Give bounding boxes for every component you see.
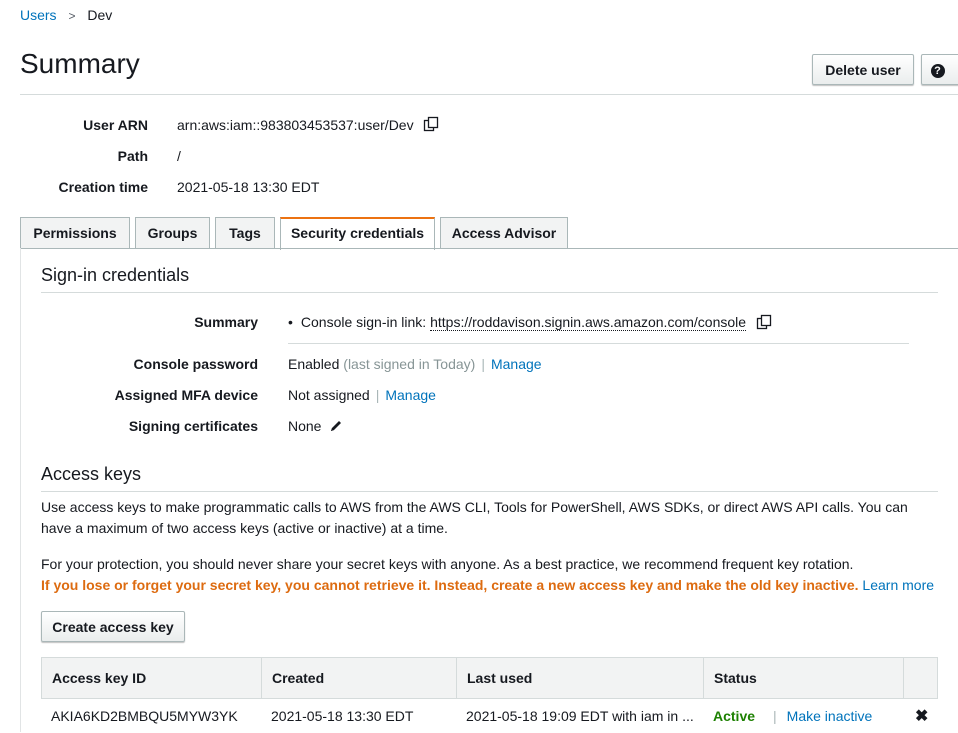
copy-icon[interactable] (423, 116, 439, 137)
separator: | (773, 708, 777, 724)
manage-mfa-link[interactable]: Manage (385, 387, 436, 403)
signin-summary-value: • Console sign-in link: https://roddaviso… (288, 314, 772, 333)
last-used-cell: 2021-05-18 19:09 EDT with iam in ... (466, 708, 694, 724)
help-button[interactable]: ? (921, 54, 958, 85)
user-arn-value: arn:aws:iam::983803453537:user/Dev (177, 115, 439, 137)
table-header: Access key ID Created Last used Status (41, 657, 938, 699)
created-cell: 2021-05-18 13:30 EDT (271, 708, 414, 724)
creation-time-label: Creation time (58, 179, 148, 195)
access-keys-title: Access keys (41, 464, 142, 484)
tab-divider (20, 248, 958, 249)
pencil-icon[interactable] (329, 419, 343, 436)
access-key-id-cell: AKIA6KD2BMBQU5MYW3YK (51, 708, 238, 724)
divider (288, 343, 909, 344)
column-created: Created (262, 658, 457, 698)
help-icon: ? (930, 64, 945, 78)
warning-text: If you lose or forget your secret key, y… (41, 577, 859, 593)
user-arn-label: User ARN (83, 117, 148, 133)
path-label: Path (117, 148, 148, 164)
password-status: Enabled (288, 356, 340, 372)
chevron-right-icon: > (68, 9, 76, 23)
creation-time-value: 2021-05-18 13:30 EDT (177, 179, 320, 195)
panel-border (20, 248, 21, 732)
breadcrumb: Users > Dev (20, 7, 112, 23)
bullet: • (288, 314, 293, 331)
console-password-value: Enabled (last signed in Today) | Manage (288, 356, 542, 372)
column-status: Status (704, 658, 904, 698)
password-note: (last signed in Today) (343, 356, 476, 372)
mfa-status: Not assigned (288, 387, 370, 403)
status-badge: Active (713, 708, 756, 724)
create-access-key-button[interactable]: Create access key (41, 611, 185, 642)
tab-groups[interactable]: Groups (135, 217, 210, 249)
signin-summary-label: Summary (194, 314, 258, 330)
mfa-device-value: Not assigned | Manage (288, 387, 436, 403)
tab-permissions[interactable]: Permissions (20, 217, 130, 249)
delete-cell: ✖ (903, 699, 938, 733)
column-access-key-id: Access key ID (42, 658, 262, 698)
console-password-label: Console password (133, 356, 258, 372)
column-last-used: Last used (457, 658, 704, 698)
divider (20, 94, 958, 95)
meta-path-label-wrap: Path (0, 146, 148, 166)
make-inactive-link[interactable]: Make inactive (787, 708, 873, 724)
meta-arn-label-wrap: User ARN (0, 115, 148, 135)
console-signin-link[interactable]: https://roddavison.signin.aws.amazon.com… (430, 314, 747, 332)
access-keys-description: Use access keys to make programmatic cal… (41, 499, 908, 536)
breadcrumb-users-link[interactable]: Users (20, 7, 57, 23)
signing-certificates-label: Signing certificates (128, 418, 258, 434)
mfa-device-label: Assigned MFA device (114, 387, 258, 403)
page-title: Summary (20, 48, 140, 79)
path-value: / (177, 148, 181, 164)
status-cell: Active | Make inactive (703, 699, 903, 733)
tab-tags[interactable]: Tags (215, 217, 275, 249)
tab-access-advisor[interactable]: Access Advisor (440, 217, 568, 249)
breadcrumb-current: Dev (87, 7, 113, 23)
user-arn-text: arn:aws:iam::983803453537:user/Dev (177, 117, 414, 133)
signin-credentials-title: Sign-in credentials (41, 265, 190, 285)
tab-security-credentials[interactable]: Security credentials (280, 217, 435, 250)
access-keys-warning: If you lose or forget your secret key, y… (41, 575, 941, 596)
signing-certificates-value: None (288, 418, 343, 436)
meta-created-label-wrap: Creation time (0, 177, 148, 197)
column-actions (904, 658, 937, 698)
certs-status: None (288, 418, 322, 434)
copy-icon[interactable] (756, 314, 772, 333)
separator: | (481, 356, 485, 372)
divider (41, 491, 938, 492)
delete-user-button[interactable]: Delete user (812, 54, 914, 85)
delete-icon[interactable]: ✖ (915, 708, 928, 725)
learn-more-link[interactable]: Learn more (862, 577, 934, 593)
signin-link-prefix: Console sign-in link: (300, 314, 427, 331)
manage-password-link[interactable]: Manage (491, 356, 542, 372)
access-keys-protection-note: For your protection, you should never sh… (41, 556, 854, 572)
separator: | (375, 387, 380, 403)
divider (41, 292, 938, 293)
